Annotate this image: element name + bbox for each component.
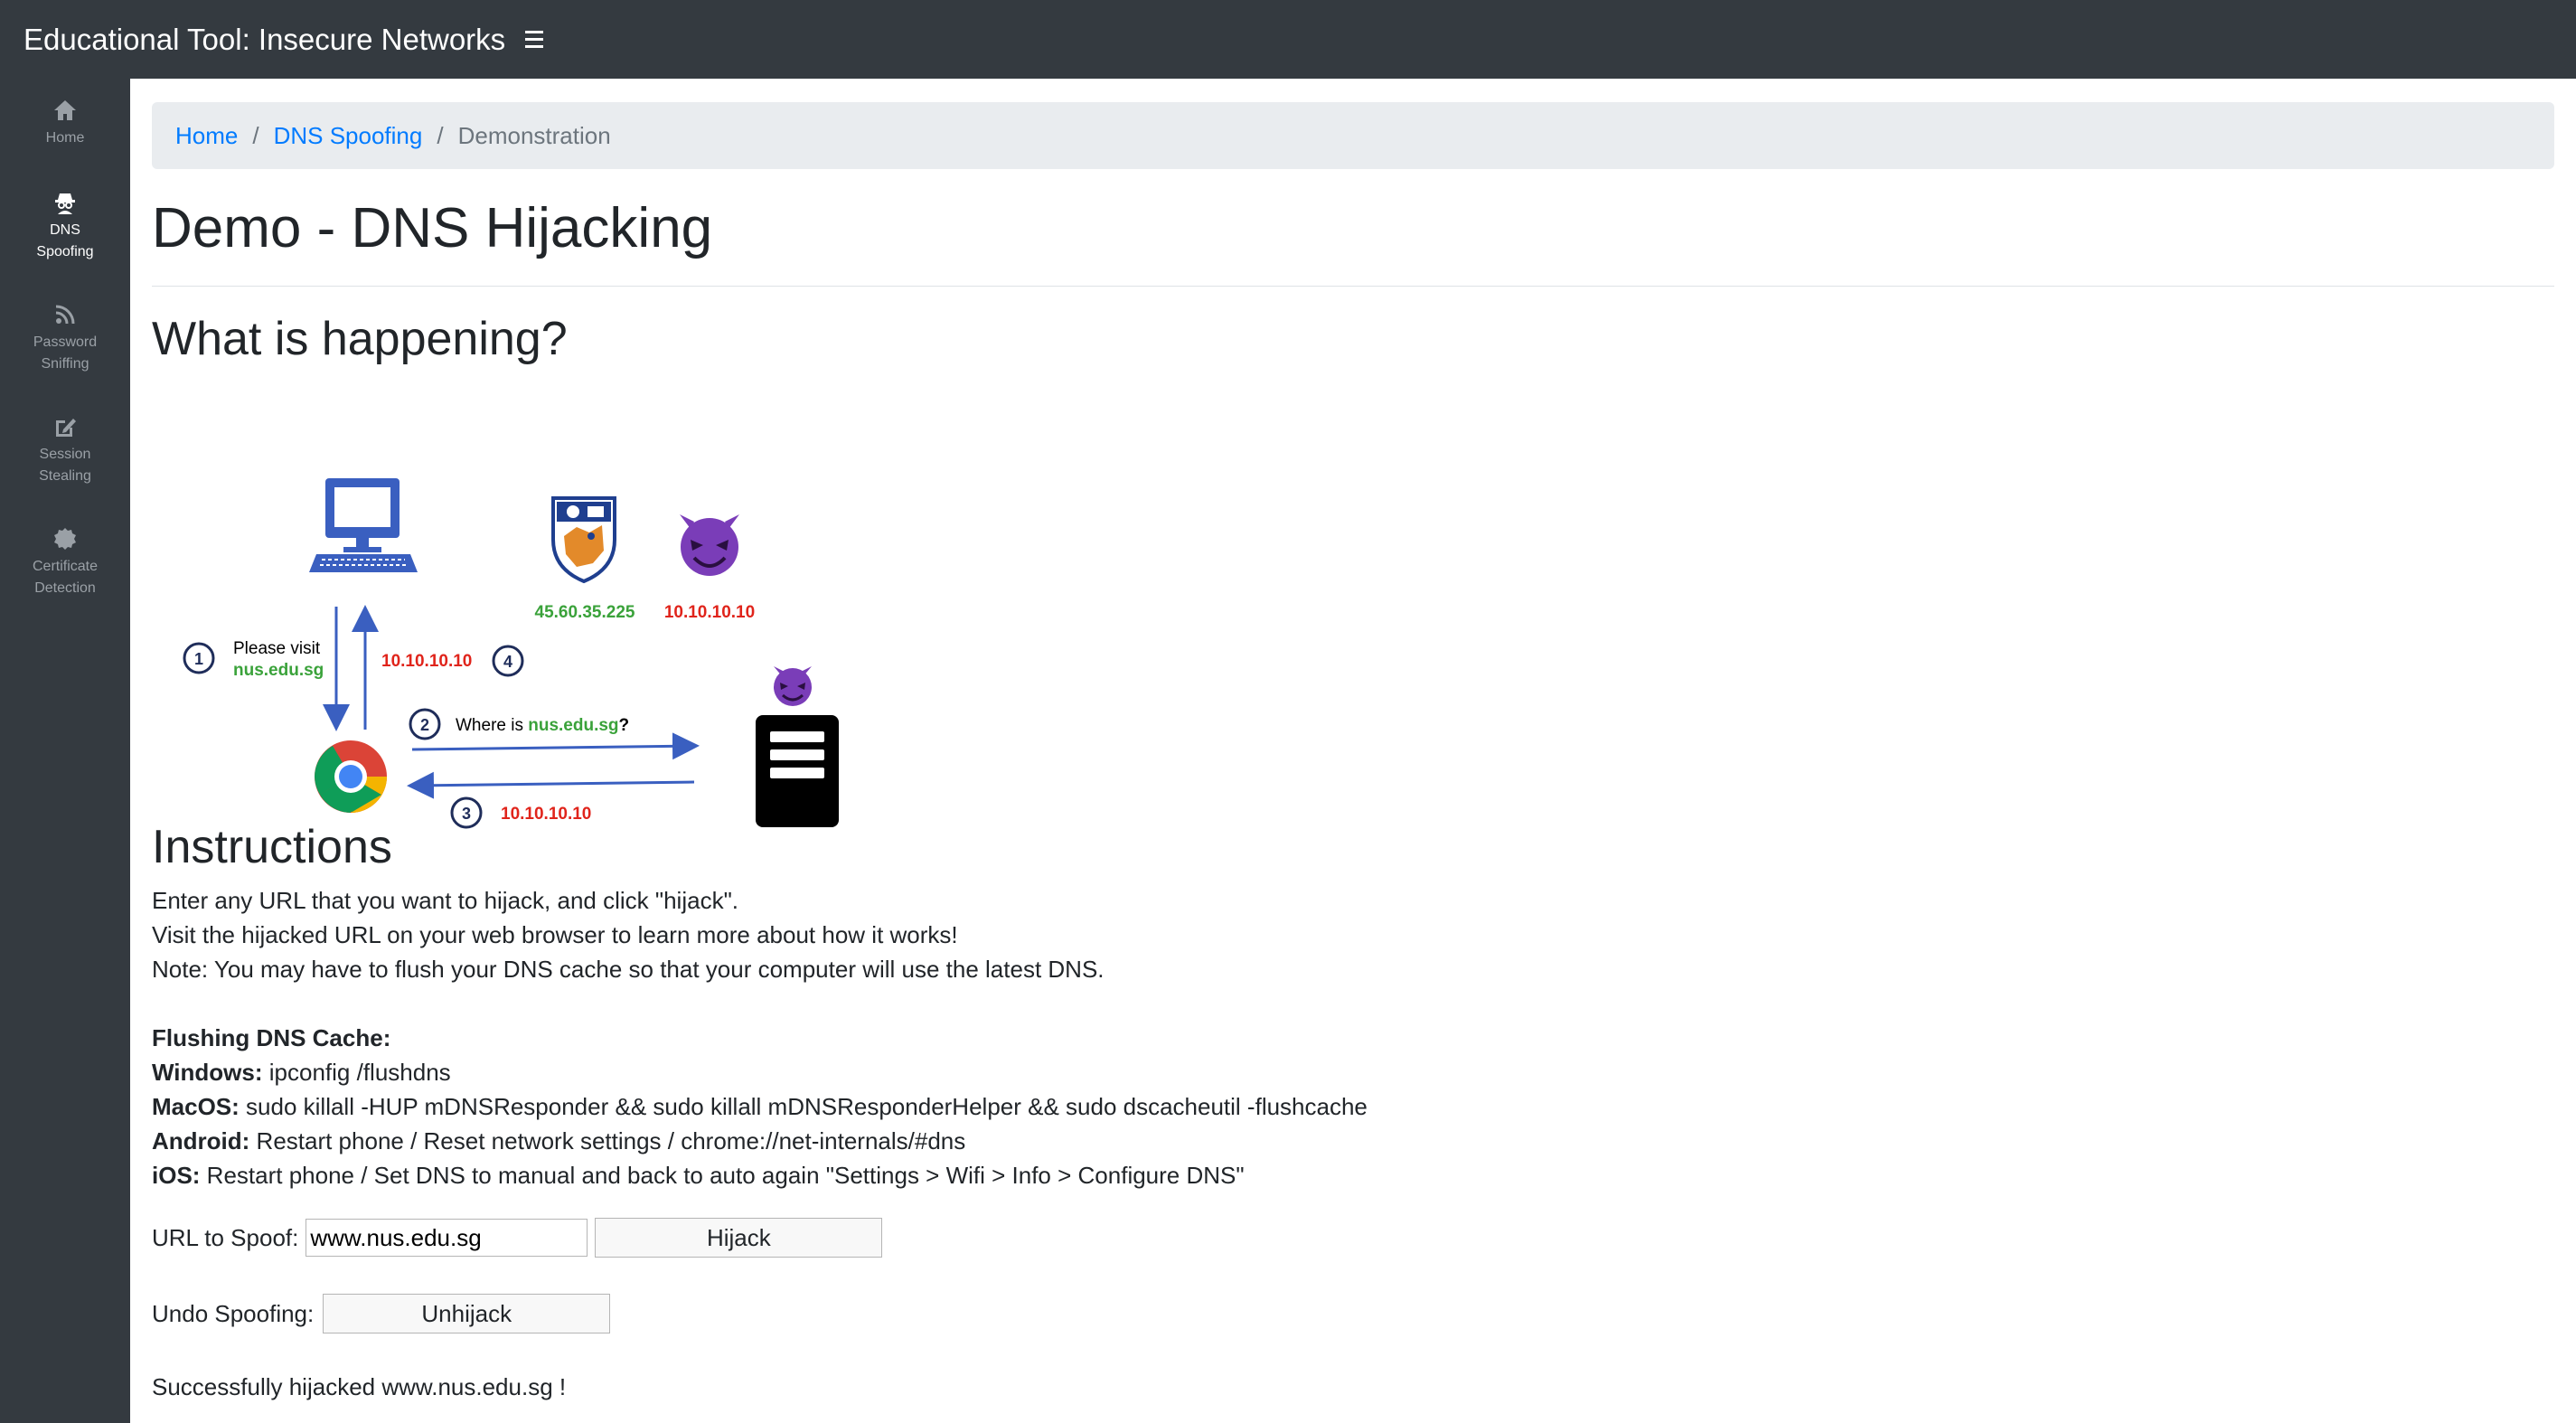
- sidebar-item-label: Home: [45, 130, 85, 146]
- attacker-ip-label: 10.10.10.10: [664, 603, 755, 622]
- spy-icon: [52, 189, 79, 216]
- sidebar-item-label: Spoofing: [36, 244, 94, 259]
- sidebar-item-label: Stealing: [39, 468, 91, 484]
- sidebar-item-label: Session: [39, 447, 91, 462]
- nus-ip-label: 45.60.35.225: [535, 603, 635, 622]
- dns-hijack-diagram: 45.60.35.225 10.10.10.10 1 Please visit …: [183, 478, 839, 829]
- page-title: Demo - DNS Hijacking: [152, 197, 713, 259]
- edit-icon: [52, 413, 79, 440]
- spoof-form: URL to Spoof: Hijack: [152, 1218, 883, 1258]
- dns-server-icon: [756, 715, 839, 827]
- chrome-browser-icon: [315, 740, 387, 813]
- sidebar-item-session-stealing[interactable]: Session Stealing: [0, 413, 130, 487]
- step-2-number: 2: [420, 716, 429, 734]
- sidebar-item-label: Sniffing: [41, 356, 89, 372]
- hijack-button[interactable]: Hijack: [595, 1218, 883, 1258]
- sidebar-item-label: Certificate: [32, 559, 99, 574]
- cert-icon: [52, 525, 79, 552]
- step-3-ip: 10.10.10.10: [501, 805, 591, 824]
- sidebar-item-label: Password: [33, 335, 98, 350]
- step-2-text: Where is nus.edu.sg?: [456, 716, 629, 735]
- breadcrumb-home-link[interactable]: Home: [175, 122, 238, 150]
- what-is-happening-heading: What is happening?: [152, 313, 568, 365]
- top-navbar: Educational Tool: Insecure Networks: [0, 0, 2576, 79]
- macos-instruction: MacOS: sudo killall -HUP mDNSResponder &…: [152, 1093, 1368, 1120]
- breadcrumb: Home / DNS Spoofing / Demonstration: [152, 102, 2554, 169]
- instruction-line-2: Visit the hijacked URL on your web brows…: [152, 921, 958, 948]
- nus-crest-icon: [551, 496, 616, 584]
- sidebar-item-password-sniffing[interactable]: Password Sniffing: [0, 301, 130, 375]
- android-instruction: Android: Restart phone / Reset network s…: [152, 1127, 966, 1154]
- ios-instruction: iOS: Restart phone / Set DNS to manual a…: [152, 1162, 1245, 1189]
- sidebar-item-label: DNS: [50, 222, 80, 238]
- step-1-number: 1: [194, 650, 203, 668]
- step-4-ip: 10.10.10.10: [381, 652, 472, 671]
- computer-icon: [309, 478, 418, 572]
- app-title[interactable]: Educational Tool: Insecure Networks: [24, 23, 505, 57]
- dns-query-arrow: [411, 732, 700, 760]
- hamburger-menu-icon[interactable]: [525, 27, 550, 52]
- sidebar-item-home[interactable]: Home: [0, 97, 130, 149]
- attacker-devil-icon: [680, 514, 739, 576]
- instruction-line-3: Note: You may have to flush your DNS cac…: [152, 956, 1105, 983]
- sidebar: Home DNS Spoofing Password Sniffing Sess…: [0, 79, 130, 1423]
- status-message: Successfully hijacked www.nus.edu.sg !: [152, 1373, 567, 1400]
- step-4-number: 4: [503, 653, 512, 671]
- dns-reply-arrow: [407, 771, 695, 799]
- breadcrumb-dns-spoofing-link[interactable]: DNS Spoofing: [274, 122, 423, 150]
- undo-form: Undo Spoofing: Unhijack: [152, 1294, 611, 1333]
- home-icon: [52, 97, 79, 124]
- divider: [152, 286, 2554, 287]
- unhijack-button[interactable]: Unhijack: [323, 1294, 611, 1333]
- flush-dns-heading: Flushing DNS Cache:: [152, 1024, 391, 1051]
- sidebar-item-certificate-detection[interactable]: Certificate Detection: [0, 525, 130, 599]
- main-content: Home / DNS Spoofing / Demonstration Demo…: [130, 79, 2576, 1423]
- breadcrumb-separator: /: [437, 121, 444, 149]
- sidebar-item-dns-spoofing[interactable]: DNS Spoofing: [0, 189, 130, 263]
- attacker-devil-small-icon: [774, 666, 812, 706]
- url-to-spoof-label: URL to Spoof:: [152, 1223, 299, 1251]
- breadcrumb-current: Demonstration: [457, 121, 611, 149]
- step-3-number: 3: [462, 805, 471, 823]
- instruction-line-1: Enter any URL that you want to hijack, a…: [152, 887, 739, 914]
- sidebar-item-label: Detection: [34, 580, 96, 596]
- undo-spoofing-label: Undo Spoofing:: [152, 1299, 315, 1327]
- step-1-domain: nus.edu.sg: [233, 661, 324, 680]
- instructions-heading: Instructions: [152, 821, 392, 873]
- windows-instruction: Windows: ipconfig /flushdns: [152, 1059, 451, 1086]
- rss-icon: [52, 301, 79, 328]
- url-to-spoof-input[interactable]: [306, 1219, 588, 1257]
- breadcrumb-separator: /: [252, 121, 259, 149]
- step-1-text: Please visit: [233, 639, 321, 658]
